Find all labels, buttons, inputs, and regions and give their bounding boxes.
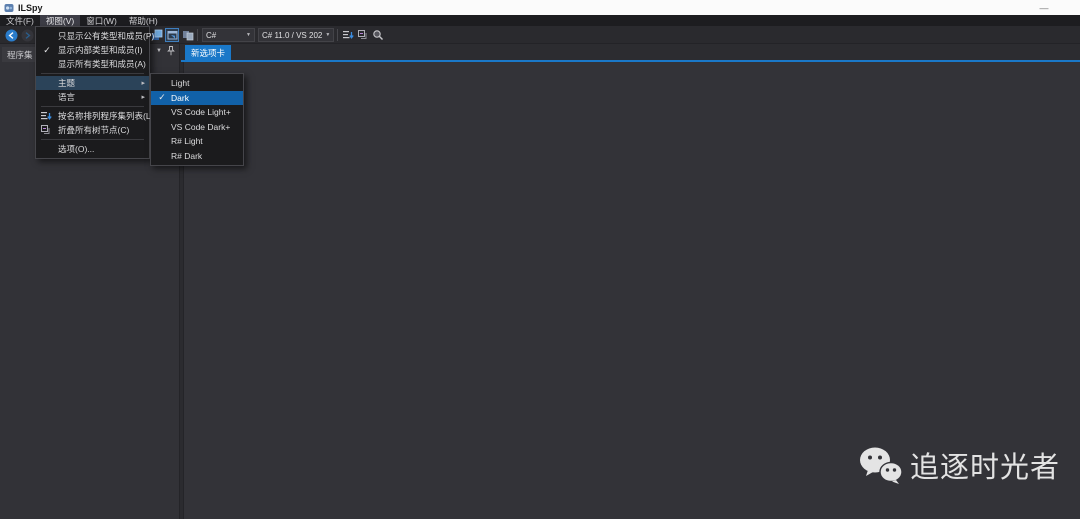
assemblies-panel-header[interactable]: 程序集: [2, 47, 38, 62]
dual-windows-icon: [182, 29, 194, 41]
tab-bar: 新选项卡: [180, 44, 1080, 60]
menu-item-internal-types[interactable]: ✓ 显示内部类型和成员(I): [36, 43, 149, 57]
minimize-button[interactable]: —: [1036, 0, 1052, 15]
language-version-combo[interactable]: C# 11.0 / VS 202 ▼: [258, 28, 334, 42]
split-view-button[interactable]: [181, 28, 195, 42]
window-title: ILSpy: [18, 3, 43, 13]
language-version-combo-value: C# 11.0 / VS 202: [262, 31, 322, 40]
forward-button[interactable]: [20, 28, 34, 42]
menu-separator: [41, 139, 144, 140]
pin-icon[interactable]: [167, 46, 175, 56]
language-combo-value: C#: [206, 31, 216, 40]
collapse-all-icon: [357, 29, 369, 41]
menu-item-public-only[interactable]: 只显示公有类型和成员(P): [36, 29, 149, 43]
window-arrow-icon: [167, 30, 178, 41]
titlebar: ILSpy —: [0, 0, 1080, 15]
menu-item-collapse-all[interactable]: 折叠所有树节点(C): [36, 123, 149, 137]
view-menu-dropdown: 只显示公有类型和成员(P) ✓ 显示内部类型和成员(I) 显示所有类型和成员(A…: [35, 26, 150, 159]
language-combo[interactable]: C# ▼: [202, 28, 255, 42]
search-button[interactable]: [371, 28, 385, 42]
watermark-text: 追逐时光者: [910, 444, 1060, 486]
app-icon: [4, 3, 14, 13]
menu-file[interactable]: 文件(F): [0, 15, 40, 26]
menu-item-language[interactable]: 语言 ▸: [36, 90, 149, 104]
theme-submenu: Light ✓ Dark VS Code Light+ VS Code Dark…: [150, 73, 244, 166]
forward-arrow-icon: [21, 29, 34, 42]
toolbar: C# ▼ C# 11.0 / VS 202 ▼: [0, 26, 1080, 44]
theme-item-dark[interactable]: ✓ Dark: [151, 91, 243, 106]
menu-item-all-types[interactable]: 显示所有类型和成员(A): [36, 57, 149, 71]
menu-item-options[interactable]: 选项(O)...: [36, 142, 149, 156]
sort-assemblies-icon: [342, 29, 354, 41]
sort-assemblies-button[interactable]: [341, 28, 355, 42]
pane-menu-chevron-icon[interactable]: ▼: [156, 48, 162, 54]
menu-separator: [41, 73, 144, 74]
menu-view[interactable]: 视图(V): [40, 15, 80, 26]
ilspy-window: ILSpy — 文件(F) 视图(V) 窗口(W) 帮助(H) C# ▼: [0, 0, 1080, 519]
menu-item-sort-assemblies[interactable]: 按名称排列程序集列表(L): [36, 109, 149, 123]
theme-item-vscode-dark[interactable]: VS Code Dark+: [151, 120, 243, 135]
tab-new[interactable]: 新选项卡: [185, 45, 231, 60]
chevron-down-icon: ▼: [325, 32, 330, 38]
check-icon: ✓: [40, 43, 54, 57]
search-icon: [372, 29, 384, 41]
toolbar-separator: [337, 29, 338, 41]
menu-window[interactable]: 窗口(W): [80, 15, 123, 26]
submenu-arrow-icon: ▸: [141, 79, 145, 87]
menu-help[interactable]: 帮助(H): [123, 15, 164, 26]
menu-separator: [41, 106, 144, 107]
theme-item-rsharp-dark[interactable]: R# Dark: [151, 149, 243, 164]
menu-item-theme[interactable]: 主题 ▸: [36, 76, 149, 90]
theme-item-rsharp-light[interactable]: R# Light: [151, 134, 243, 149]
back-arrow-icon: [5, 29, 18, 42]
back-button[interactable]: [4, 28, 18, 42]
theme-item-light[interactable]: Light: [151, 76, 243, 91]
toolbar-separator: [197, 29, 198, 41]
submenu-arrow-icon: ▸: [141, 93, 145, 101]
dock-pane-toggle-button[interactable]: [165, 28, 179, 42]
wechat-icon: [858, 446, 904, 484]
sort-assemblies-icon: [40, 110, 53, 123]
watermark: 追逐时光者: [858, 444, 1060, 486]
collapse-all-button[interactable]: [356, 28, 370, 42]
theme-item-vscode-light[interactable]: VS Code Light+: [151, 105, 243, 120]
chevron-down-icon: ▼: [246, 32, 251, 38]
menu-bar: 文件(F) 视图(V) 窗口(W) 帮助(H): [0, 15, 1080, 26]
pane-controls: ▼: [156, 46, 175, 56]
collapse-all-icon: [40, 124, 53, 137]
check-icon: ✓: [155, 91, 169, 105]
